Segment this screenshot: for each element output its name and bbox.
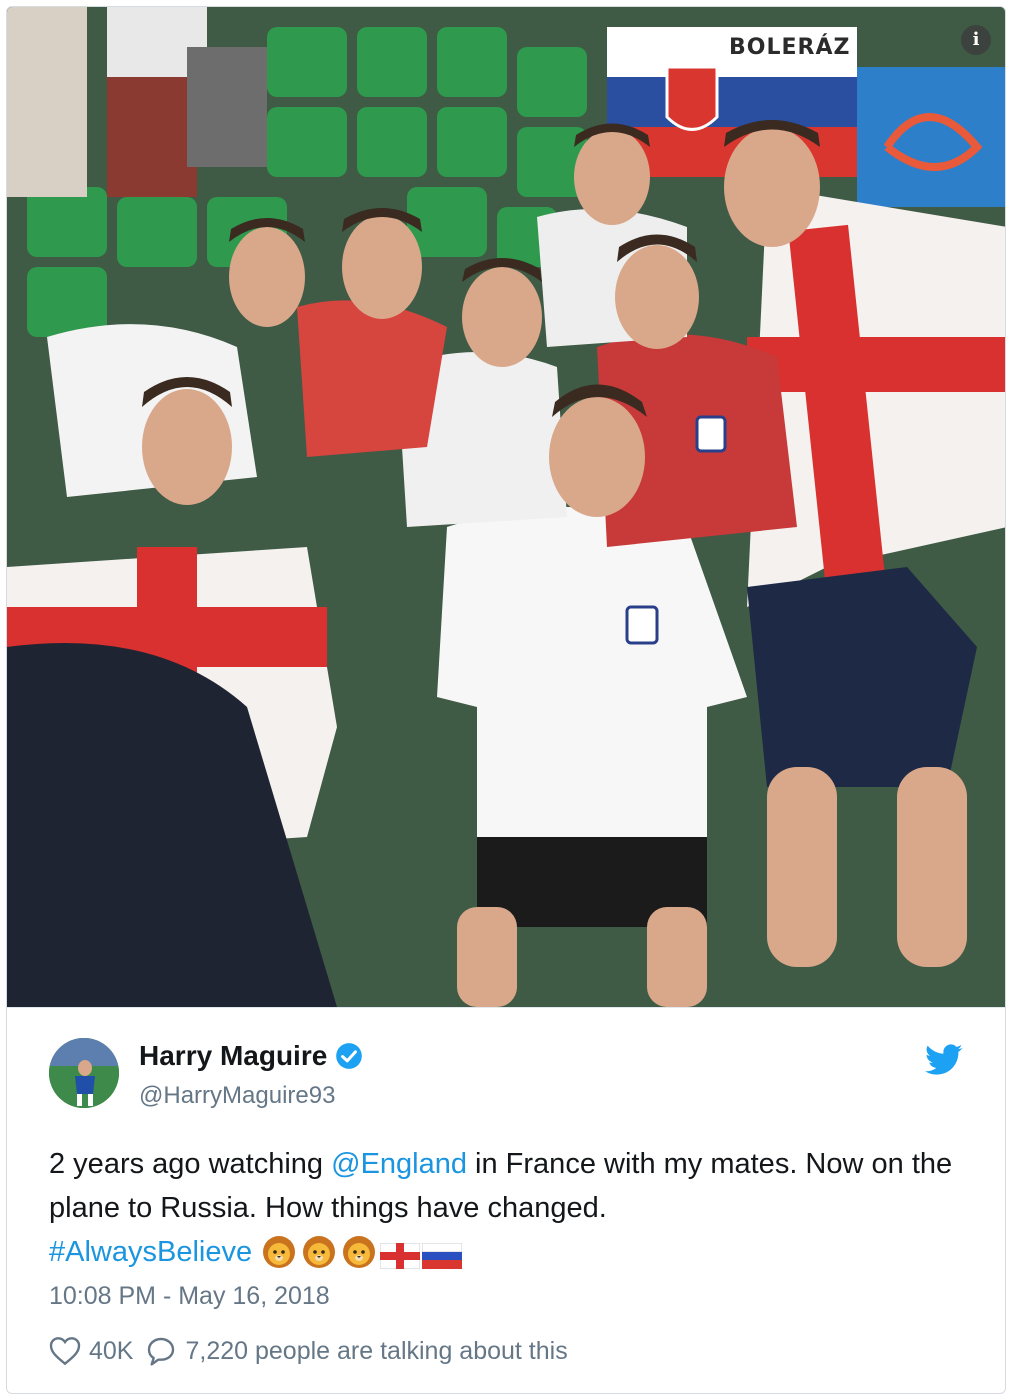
tweet-text-part1: 2 years ago watching: [49, 1148, 332, 1180]
tweet-text: 2 years ago watching @England in France …: [49, 1142, 979, 1282]
conversation-button[interactable]: 7,220 people are talking about this: [145, 1336, 568, 1366]
twitter-bird-icon[interactable]: [925, 1044, 963, 1076]
tweet-body: Harry Maguire @HarryMaguire93 2 years ag…: [7, 1007, 1005, 1393]
tweet-actions: 40K 7,220 people are talking about this: [49, 1336, 580, 1366]
lion-face-icon: [300, 1235, 338, 1282]
verified-badge-icon: [336, 1043, 363, 1069]
tweet-photo[interactable]: BOLERÁZ i: [7, 7, 1005, 1007]
avatar[interactable]: [49, 1038, 119, 1108]
lion-face-icon: [260, 1235, 298, 1282]
user-handle[interactable]: @HarryMaguire93: [139, 1082, 335, 1110]
like-count: 40K: [89, 1336, 134, 1365]
avatar-image: [49, 1038, 119, 1108]
group-selfie-image: [7, 7, 1005, 1007]
tweet-card: BOLERÁZ i Harry Maguire @HarryMaguire93: [6, 6, 1006, 1394]
heart-icon: [49, 1337, 81, 1366]
england-flag-icon: [379, 1238, 421, 1282]
banner-text: BOLERÁZ: [729, 35, 851, 60]
lion-face-icon: [340, 1235, 378, 1282]
hashtag-link[interactable]: #AlwaysBelieve: [49, 1236, 252, 1268]
reply-bubble-icon: [148, 1337, 175, 1366]
conversation-text: 7,220 people are talking about this: [185, 1336, 568, 1365]
mention-link[interactable]: @England: [331, 1148, 467, 1180]
info-icon[interactable]: i: [961, 25, 991, 55]
tweet-timestamp[interactable]: 10:08 PM - May 16, 2018: [49, 1282, 330, 1311]
display-name[interactable]: Harry Maguire: [139, 1040, 327, 1072]
russia-flag-icon: [421, 1238, 463, 1282]
author-name-row[interactable]: Harry Maguire: [139, 1040, 363, 1072]
like-button[interactable]: 40K: [49, 1336, 133, 1366]
